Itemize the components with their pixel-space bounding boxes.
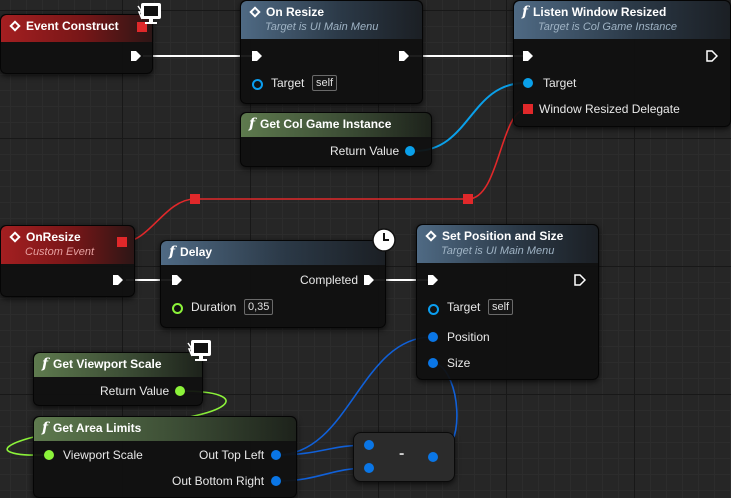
delay-duration-pin[interactable]	[172, 303, 183, 314]
set-position-target-label: Target	[447, 300, 481, 314]
subtract-input-b-pin[interactable]	[364, 463, 374, 473]
listen-target-pin[interactable]	[523, 78, 533, 88]
function-f-icon: f	[169, 244, 176, 260]
get-area-limits-header[interactable]: f Get Area Limits	[34, 417, 296, 441]
on-resize-event-exec-out-pin[interactable]	[112, 274, 124, 286]
area-limits-bottom-right-label: Out Bottom Right	[172, 474, 265, 488]
on-resize-target-field[interactable]: self	[312, 75, 338, 91]
game-instance-return-pin[interactable]	[405, 146, 415, 156]
listen-target-label: Target	[543, 76, 577, 90]
node-title: Delay	[180, 245, 213, 259]
area-limits-viewport-scale-pin[interactable]	[44, 450, 54, 460]
node-title: Listen Window Resized	[533, 5, 667, 19]
client-only-monitor-icon	[186, 339, 214, 368]
on-resize-exec-in-pin[interactable]	[251, 50, 263, 62]
node-title: Set Position and Size	[442, 229, 564, 243]
delay-completed-label: Completed	[300, 273, 359, 287]
function-f-icon: f	[42, 356, 49, 372]
function-f-icon: f	[42, 420, 49, 436]
latent-clock-icon	[371, 227, 397, 258]
get-viewport-scale-header[interactable]: f Get Viewport Scale	[34, 353, 202, 377]
node-subtitle: Target is UI Main Menu	[265, 21, 379, 33]
on-resize-target-pin[interactable]	[252, 79, 263, 90]
set-position-target-pin[interactable]	[428, 304, 439, 315]
delay-exec-out-pin[interactable]	[363, 274, 375, 286]
node-title: Get Area Limits	[53, 421, 142, 435]
viewport-scale-return-pin[interactable]	[175, 386, 185, 396]
event-construct-exec-out-pin[interactable]	[130, 50, 142, 62]
listen-delegate-label: Window Resized Delegate	[539, 102, 680, 116]
node-title: Get Viewport Scale	[53, 357, 162, 371]
area-limits-bottom-right-pin[interactable]	[271, 476, 281, 486]
event-diamond-icon	[9, 231, 21, 243]
event-construct-header[interactable]: Event Construct	[1, 15, 152, 42]
set-position-and-size-header[interactable]: Set Position and Size Target is UI Main …	[417, 225, 598, 263]
subtract-input-a-pin[interactable]	[364, 440, 374, 450]
on-resize-event-node[interactable]: OnResize Custom Event	[0, 225, 135, 297]
on-resize-target-label: Target	[271, 76, 305, 90]
client-only-monitor-icon	[136, 2, 164, 31]
subtract-output-pin[interactable]	[428, 452, 438, 462]
delay-exec-in-pin[interactable]	[171, 274, 183, 286]
function-f-icon: f	[522, 4, 529, 20]
function-call-diamond-icon	[425, 230, 437, 242]
subtract-symbol: -	[399, 445, 405, 462]
get-col-game-instance-header[interactable]: f Get Col Game Instance	[241, 113, 431, 137]
get-col-game-instance-node[interactable]: f Get Col Game Instance	[240, 112, 432, 167]
listen-exec-in-pin[interactable]	[522, 50, 534, 62]
node-title: OnResize	[26, 230, 81, 244]
listen-delegate-pin[interactable]	[523, 104, 533, 114]
on-resize-event-delegate-pin[interactable]	[117, 237, 127, 247]
set-position-exec-out-pin[interactable]	[574, 274, 586, 286]
set-position-position-pin[interactable]	[428, 332, 438, 342]
event-construct-node[interactable]: Event Construct	[0, 14, 153, 74]
set-position-size-pin[interactable]	[428, 358, 438, 368]
node-subtitle: Target is Col Game Instance	[538, 21, 677, 33]
on-resize-exec-out-pin[interactable]	[398, 50, 410, 62]
node-title: On Resize	[266, 5, 325, 19]
event-diamond-icon	[9, 20, 21, 32]
area-limits-top-left-label: Out Top Left	[199, 448, 265, 462]
listen-exec-out-pin[interactable]	[706, 50, 718, 62]
node-subtitle: Target is UI Main Menu	[441, 245, 555, 257]
reroute-knot-right[interactable]	[463, 194, 473, 204]
listen-window-resized-header[interactable]: f Listen Window Resized Target is Col Gam…	[514, 1, 730, 39]
function-call-diamond-icon	[249, 6, 261, 18]
node-subtitle: Custom Event	[25, 246, 95, 258]
area-limits-viewport-scale-label: Viewport Scale	[63, 448, 143, 462]
set-position-size-label: Size	[447, 356, 471, 370]
on-resize-call-header[interactable]: On Resize Target is UI Main Menu	[241, 1, 422, 39]
node-title: Get Col Game Instance	[260, 117, 392, 131]
set-position-exec-in-pin[interactable]	[427, 274, 439, 286]
delay-duration-field[interactable]: 0,35	[244, 299, 274, 315]
game-instance-return-label: Return Value	[330, 144, 400, 158]
area-limits-top-left-pin[interactable]	[271, 450, 281, 460]
function-f-icon: f	[249, 116, 256, 132]
viewport-scale-return-label: Return Value	[100, 384, 170, 398]
delay-header[interactable]: f Delay	[161, 241, 385, 265]
on-resize-event-header[interactable]: OnResize Custom Event	[1, 226, 134, 264]
node-title: Event Construct	[26, 19, 119, 33]
reroute-knot-left[interactable]	[190, 194, 200, 204]
delay-duration-label: Duration	[191, 300, 237, 314]
set-position-position-label: Position	[447, 330, 490, 344]
set-position-target-field[interactable]: self	[488, 299, 514, 315]
